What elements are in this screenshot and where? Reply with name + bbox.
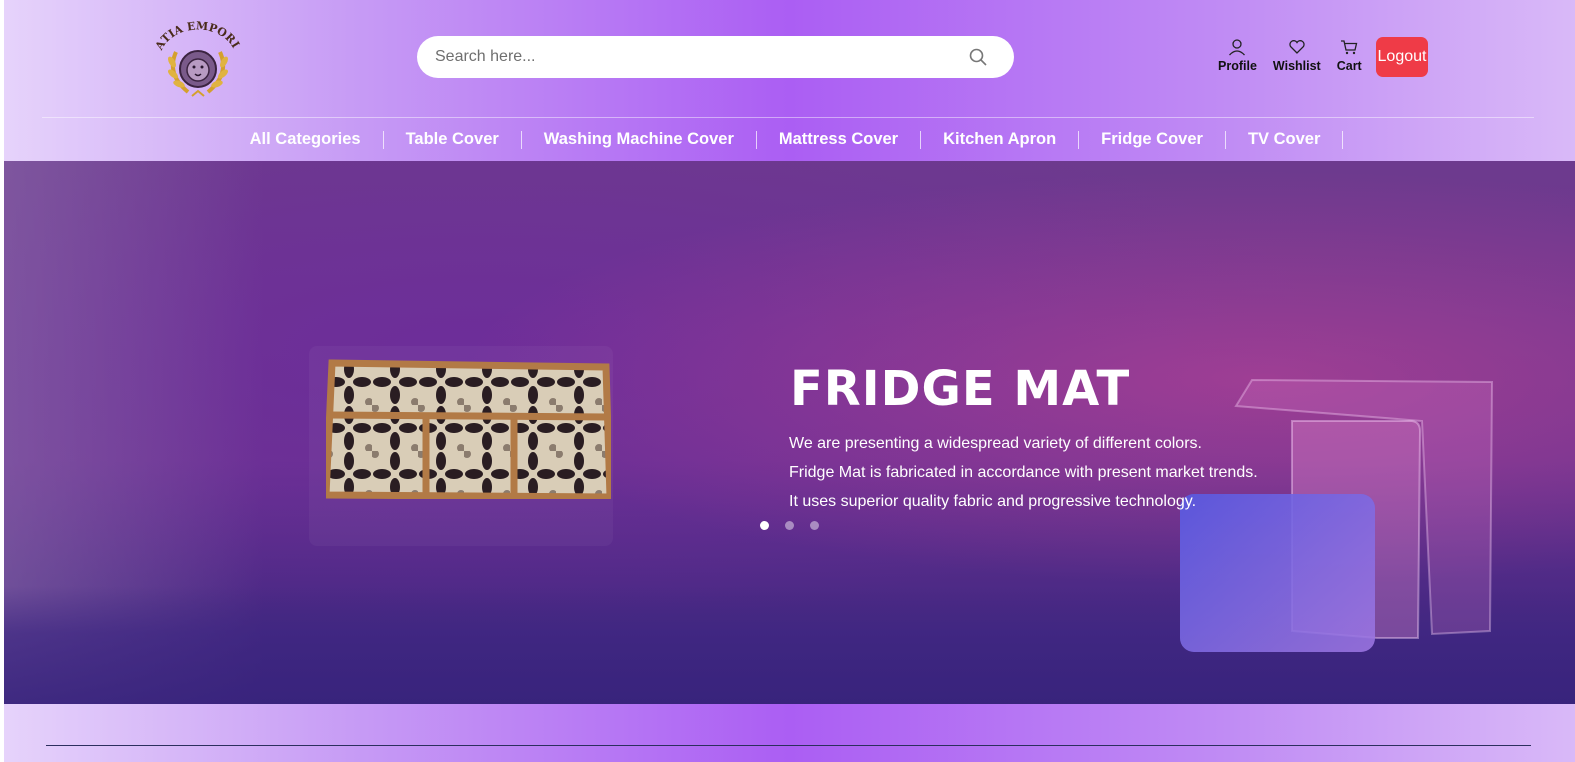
profile-label: Profile bbox=[1218, 59, 1257, 73]
category-nav: All Categories Table Cover Washing Machi… bbox=[0, 118, 1571, 161]
search-input[interactable] bbox=[435, 48, 968, 66]
brand-logo[interactable]: BHATIA EMPORIUM bbox=[142, 2, 248, 102]
decorative-boxes bbox=[1180, 378, 1494, 652]
nav-item-table-cover[interactable]: Table Cover bbox=[384, 130, 521, 149]
user-icon bbox=[1229, 39, 1246, 56]
hero-carousel[interactable]: FRIDGE MAT We are presenting a widesprea… bbox=[4, 161, 1575, 704]
nav-item-tv-cover[interactable]: TV Cover bbox=[1226, 130, 1342, 149]
nav-item-kitchen-apron[interactable]: Kitchen Apron bbox=[921, 130, 1078, 149]
heart-icon bbox=[1289, 40, 1305, 54]
wishlist-button[interactable]: Wishlist bbox=[1273, 38, 1321, 73]
hero-line: Fridge Mat is fabricated in accordance w… bbox=[789, 464, 1258, 481]
nav-item-fridge-cover[interactable]: Fridge Cover bbox=[1079, 130, 1225, 149]
svg-text:BHATIA EMPORIUM: BHATIA EMPORIUM bbox=[148, 12, 242, 53]
search-icon[interactable] bbox=[968, 47, 988, 67]
nav-item-mattress-cover[interactable]: Mattress Cover bbox=[757, 130, 920, 149]
wishlist-label: Wishlist bbox=[1272, 59, 1321, 73]
nav-item-washing-machine-cover[interactable]: Washing Machine Cover bbox=[522, 130, 756, 149]
section-divider bbox=[46, 745, 1531, 746]
fridge-mat-image[interactable] bbox=[326, 359, 611, 499]
hero-title: FRIDGE MAT bbox=[790, 361, 1131, 417]
header-actions: Profile Wishlist Cart bbox=[1218, 38, 1378, 78]
search-bar bbox=[417, 36, 1014, 78]
hero-line: We are presenting a widespread variety o… bbox=[789, 435, 1202, 452]
brand-name: BHATIA EMPORIUM bbox=[142, 2, 242, 53]
cart-button[interactable]: Cart bbox=[1337, 38, 1362, 73]
carousel-dot-1[interactable] bbox=[760, 521, 769, 530]
lion-crest-icon: BHATIA EMPORIUM bbox=[142, 2, 242, 97]
hero-line: It uses superior quality fabric and prog… bbox=[789, 493, 1197, 510]
nav-item-all-categories[interactable]: All Categories bbox=[228, 130, 383, 149]
cart-label: Cart bbox=[1336, 59, 1362, 73]
cart-icon bbox=[1341, 40, 1358, 55]
profile-button[interactable]: Profile bbox=[1218, 38, 1257, 73]
hero-description: We are presenting a widespread variety o… bbox=[789, 429, 1258, 516]
nav-separator bbox=[1342, 130, 1344, 149]
carousel-dot-3[interactable] bbox=[810, 521, 819, 530]
logout-button[interactable]: Logout bbox=[1376, 37, 1428, 77]
carousel-dot-2[interactable] bbox=[785, 521, 794, 530]
carousel-indicators bbox=[760, 521, 835, 530]
